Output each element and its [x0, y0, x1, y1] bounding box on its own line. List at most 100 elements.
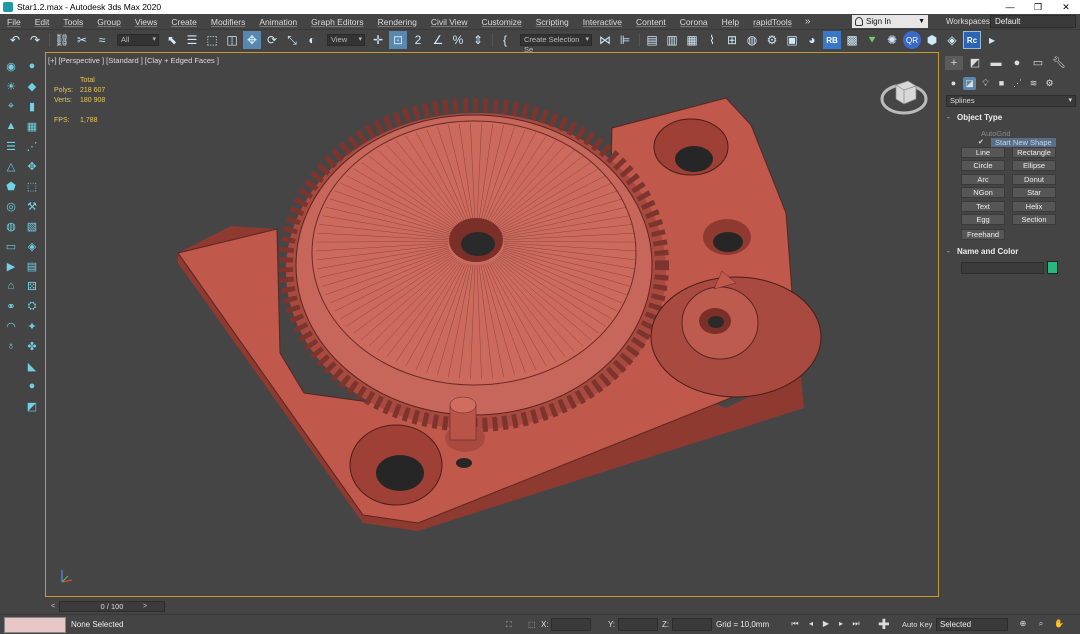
menu-customize[interactable]: Customize: [475, 17, 529, 27]
text-button[interactable]: Text: [961, 201, 1005, 212]
isolate-icon[interactable]: ⬚: [528, 620, 536, 629]
arc-button[interactable]: Arc: [961, 174, 1005, 185]
checker-icon[interactable]: ▩: [843, 31, 861, 49]
motion-tab-icon[interactable]: ●: [1008, 56, 1026, 70]
menu-scripting[interactable]: Scripting: [529, 17, 576, 27]
vertex-icon[interactable]: ⋰: [24, 138, 40, 154]
select-by-name-icon[interactable]: ☰: [183, 31, 201, 49]
qr-plugin-icon[interactable]: QR: [903, 31, 921, 49]
shapes-icon[interactable]: ◪: [963, 77, 976, 90]
spacewarps-icon[interactable]: ≋: [1027, 77, 1040, 90]
rotate-icon[interactable]: ⟳: [263, 31, 281, 49]
close-button[interactable]: ✕: [1052, 0, 1080, 14]
menu-tools[interactable]: Tools: [56, 17, 90, 27]
reference-coord-select[interactable]: View: [327, 34, 365, 46]
menu-interactive[interactable]: Interactive: [576, 17, 629, 27]
menu-edit[interactable]: Edit: [28, 17, 57, 27]
donut-button[interactable]: Donut: [1012, 174, 1056, 185]
sphere-icon[interactable]: ●: [24, 58, 40, 74]
object-type-rollout-header[interactable]: - Object Type: [947, 113, 1002, 122]
selection-icon[interactable]: ⬚: [24, 178, 40, 194]
dice-icon[interactable]: ⚄: [24, 278, 40, 294]
menu-group[interactable]: Group: [90, 17, 128, 27]
prev-frame-icon[interactable]: ◂: [806, 618, 816, 630]
name-color-rollout-header[interactable]: - Name and Color: [947, 247, 1018, 256]
pivot-icon[interactable]: ✛: [369, 31, 387, 49]
hammer-icon[interactable]: ⚒: [24, 198, 40, 214]
gear-plate-model[interactable]: [46, 53, 939, 597]
mirror-icon[interactable]: ⋈: [596, 31, 614, 49]
scene-icon[interactable]: ⛭: [24, 298, 40, 314]
key-icon[interactable]: ✚: [878, 617, 890, 631]
torus-icon[interactable]: ◎: [3, 198, 19, 214]
menu-create[interactable]: Create: [164, 17, 204, 27]
snap-toggle-icon[interactable]: 2: [409, 31, 427, 49]
circle-button[interactable]: Circle: [961, 160, 1005, 171]
maxscript-listener[interactable]: [4, 617, 66, 633]
workspace-select[interactable]: Default: [990, 15, 1076, 28]
cameras-icon[interactable]: ■: [995, 77, 1008, 90]
play-icon[interactable]: ▶: [821, 618, 831, 630]
modify-tab-icon[interactable]: ◩: [966, 56, 984, 70]
connect-icon[interactable]: ⚭: [3, 298, 19, 314]
display-tab-icon[interactable]: ▭: [1029, 56, 1047, 70]
object-category-select[interactable]: Splines: [946, 95, 1076, 107]
time-prev-button[interactable]: <: [49, 601, 57, 612]
key-mode-select[interactable]: Selected: [936, 618, 1008, 631]
go-to-start-icon[interactable]: ⏮: [790, 618, 800, 630]
bone-icon[interactable]: ⬟: [3, 178, 19, 194]
menu-rapidtools[interactable]: rapidTools: [746, 17, 799, 27]
grid-icon[interactable]: ▦: [24, 118, 40, 134]
link-icon[interactable]: ⛓: [53, 31, 71, 49]
place-icon[interactable]: ◐: [303, 31, 321, 49]
ngon-button[interactable]: NGon: [961, 187, 1005, 198]
chart-icon[interactable]: ▧: [24, 218, 40, 234]
pan-icon[interactable]: ✋: [1054, 618, 1064, 630]
pyramid-icon[interactable]: △: [3, 158, 19, 174]
light-icon[interactable]: ☀: [3, 78, 19, 94]
bind-spacewarp-icon[interactable]: ≈: [93, 31, 111, 49]
teapot-icon[interactable]: ◍: [3, 218, 19, 234]
object-name-input[interactable]: [961, 262, 1044, 274]
camera-icon[interactable]: ⌖: [3, 98, 19, 114]
angle-snap-icon[interactable]: ∠: [429, 31, 447, 49]
ellipse-button[interactable]: Ellipse: [1012, 160, 1056, 171]
sign-in-button[interactable]: Sign In ▼: [852, 15, 928, 28]
z-coord-field[interactable]: [672, 618, 712, 631]
play-icon[interactable]: ▶: [3, 258, 19, 274]
start-new-shape-checkbox[interactable]: ✔ Start New Shape: [978, 138, 1056, 147]
eye-icon[interactable]: ◠: [3, 318, 19, 334]
hierarchy-tab-icon[interactable]: ▬: [987, 56, 1005, 70]
helpers-icon[interactable]: ⋰: [1011, 77, 1024, 90]
render-setup-icon[interactable]: ⚙: [763, 31, 781, 49]
tag-icon[interactable]: ✦: [24, 318, 40, 334]
align-icon[interactable]: ⊫: [616, 31, 634, 49]
viewcube-icon[interactable]: [878, 73, 930, 117]
time-next-button[interactable]: >: [141, 601, 149, 612]
y-coord-field[interactable]: [618, 618, 658, 631]
fan-icon[interactable]: ✤: [24, 338, 40, 354]
ribbon-icon[interactable]: ▦: [683, 31, 701, 49]
go-to-end-icon[interactable]: ⏭: [851, 618, 861, 630]
x-coord-field[interactable]: [551, 618, 591, 631]
egg-button[interactable]: Egg: [961, 214, 1005, 225]
material-editor-icon[interactable]: ◍: [743, 31, 761, 49]
object-color-swatch[interactable]: [1047, 261, 1058, 274]
section-button[interactable]: Section: [1012, 214, 1056, 225]
unlink-icon[interactable]: ✂: [73, 31, 91, 49]
bulb-icon[interactable]: ♁: [3, 338, 19, 354]
rect-selection-icon[interactable]: ⬚: [203, 31, 221, 49]
menu-rendering[interactable]: Rendering: [371, 17, 424, 27]
menu-animation[interactable]: Animation: [252, 17, 304, 27]
menu-file[interactable]: File: [0, 17, 28, 27]
more-tools-icon[interactable]: ▸: [983, 31, 1001, 49]
move-gizmo-icon[interactable]: ✥: [24, 158, 40, 174]
time-slider[interactable]: 0 / 100: [59, 601, 165, 612]
curve-editor-icon[interactable]: ⌇: [703, 31, 721, 49]
auto-key-button[interactable]: Auto Key: [902, 618, 932, 631]
lamp-icon[interactable]: ⌂: [3, 278, 19, 294]
scene-explorer-icon[interactable]: ▤: [643, 31, 661, 49]
geometry-icon[interactable]: ●: [947, 77, 960, 90]
screen-icon[interactable]: ▭: [3, 238, 19, 254]
viewport-label[interactable]: [+] [Perspective ] [Standard ] [Clay + E…: [48, 56, 219, 65]
